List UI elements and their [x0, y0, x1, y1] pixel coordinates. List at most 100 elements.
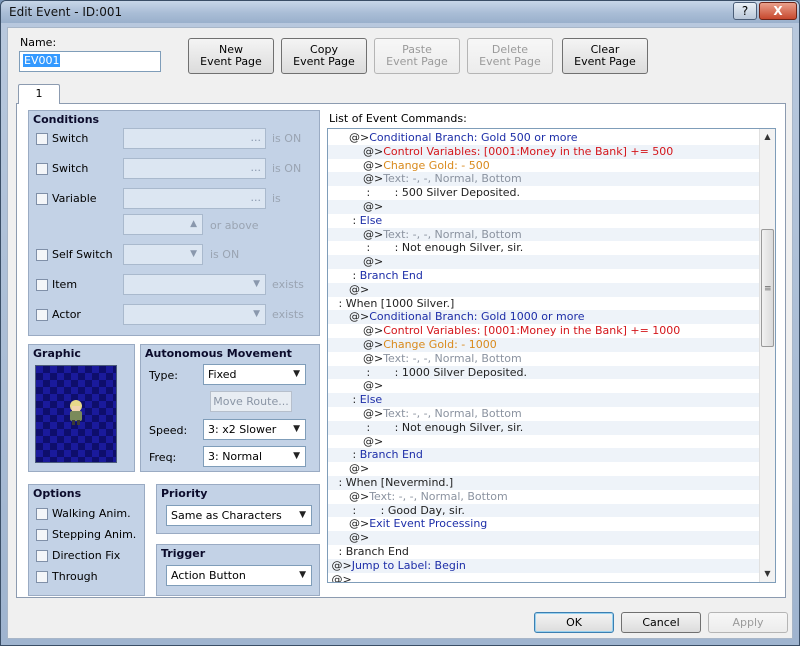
command-prefix: @> — [328, 172, 384, 186]
command-row[interactable]: @>Text: -, -, Normal, Bottom — [328, 227, 760, 242]
item-checkbox[interactable] — [36, 279, 48, 291]
delete-button-line2: Event Page — [479, 55, 541, 68]
command-row[interactable]: : : 1000 Silver Deposited. — [328, 365, 760, 380]
stepping-anim-checkbox[interactable] — [36, 529, 48, 541]
command-row[interactable]: @>Text: -, -, Normal, Bottom — [328, 407, 760, 421]
switch1-checkbox[interactable] — [36, 133, 48, 145]
command-row[interactable]: @> — [328, 379, 760, 393]
command-text: Else — [359, 213, 383, 227]
item-dropdown[interactable]: ▼ — [123, 274, 266, 295]
close-button[interactable]: X — [759, 2, 797, 20]
scroll-down-icon[interactable]: ▼ — [760, 566, 775, 582]
freq-dropdown[interactable]: 3: Normal ▼ — [203, 446, 306, 467]
event-commands-list[interactable]: @>Conditional Branch: Gold 500 or more @… — [327, 128, 776, 583]
command-row[interactable]: : Branch End — [328, 545, 760, 559]
actor-exists: exists — [272, 308, 304, 321]
walking-anim-checkbox[interactable] — [36, 508, 48, 520]
command-row[interactable]: @> — [328, 462, 760, 476]
move-route-button[interactable]: Move Route... — [210, 391, 292, 412]
command-prefix: @> — [328, 379, 384, 393]
item-label: Item — [52, 278, 78, 291]
command-row[interactable]: @> — [328, 573, 760, 583]
type-dropdown[interactable]: Fixed ▼ — [203, 364, 306, 385]
command-text: Change Gold: - 500 — [383, 158, 490, 172]
command-prefix: @> — [328, 462, 370, 476]
command-row[interactable]: @>Control Variables: [0001:Money in the … — [328, 324, 760, 338]
command-row[interactable]: : When [Nevermind.] — [328, 475, 760, 490]
paste-event-page-button[interactable]: Paste Event Page — [374, 38, 460, 74]
cancel-button[interactable]: Cancel — [621, 612, 701, 633]
switch1-field[interactable]: ... — [123, 128, 266, 149]
variable-field[interactable]: ... — [123, 188, 266, 209]
clear-event-page-button[interactable]: Clear Event Page — [562, 38, 648, 74]
variable-checkbox[interactable] — [36, 193, 48, 205]
command-row[interactable]: @> — [328, 255, 760, 269]
command-row[interactable]: : : Not enough Silver, sir. — [328, 420, 760, 435]
help-button[interactable]: ? — [733, 2, 757, 20]
self-switch-dropdown[interactable]: ▼ — [123, 244, 203, 265]
command-row[interactable]: @>Change Gold: - 1000 — [328, 337, 760, 352]
command-text: Text: -, -, Normal, Bottom — [369, 489, 508, 503]
tab-page-1[interactable]: 1 — [18, 84, 60, 104]
graphic-group: Graphic — [28, 344, 135, 472]
command-row[interactable]: : When [1000 Silver.] — [328, 297, 760, 311]
command-row[interactable]: @>Change Gold: - 500 — [328, 159, 760, 173]
command-row[interactable]: : Branch End — [328, 269, 760, 283]
apply-button[interactable]: Apply — [708, 612, 788, 633]
actor-dropdown[interactable]: ▼ — [123, 304, 266, 325]
actor-checkbox[interactable] — [36, 309, 48, 321]
copy-event-page-button[interactable]: Copy Event Page — [281, 38, 367, 74]
through-checkbox[interactable] — [36, 571, 48, 583]
variable-value-spinner[interactable]: ▲ — [123, 214, 203, 235]
command-row[interactable]: @>Jump to Label: Begin — [328, 558, 760, 573]
chevron-down-icon: ▼ — [299, 510, 306, 520]
switch2-checkbox[interactable] — [36, 163, 48, 175]
title-bar[interactable]: Edit Event - ID:001 ? X — [1, 1, 799, 23]
delete-event-page-button[interactable]: Delete Event Page — [467, 38, 553, 74]
command-row[interactable]: @> — [328, 435, 760, 449]
dialog-client: Name: EV001 New Event Page Copy Event Pa… — [7, 27, 793, 639]
command-row[interactable]: @> — [328, 199, 760, 214]
command-row[interactable]: : Branch End — [328, 448, 760, 463]
command-row[interactable]: : : Good Day, sir. — [328, 503, 760, 518]
spinner-arrows-icon: ▲ — [190, 219, 197, 229]
ok-button[interactable]: OK — [534, 612, 614, 633]
command-row[interactable]: : Else — [328, 214, 760, 228]
self-switch-checkbox[interactable] — [36, 249, 48, 261]
new-event-page-button[interactable]: New Event Page — [188, 38, 274, 74]
command-prefix: @> — [328, 144, 384, 158]
direction-fix-checkbox[interactable] — [36, 550, 48, 562]
name-input[interactable]: EV001 — [19, 51, 161, 72]
event-commands-scrollbar[interactable]: ▲ ≡ ▼ — [759, 129, 775, 582]
command-row[interactable]: @>Text: -, -, Normal, Bottom — [328, 172, 760, 187]
command-row[interactable]: @>Text: -, -, Normal, Bottom — [328, 490, 760, 504]
chevron-down-icon: ▼ — [253, 309, 260, 319]
command-row[interactable]: : Else — [328, 393, 760, 407]
through-label: Through — [52, 570, 98, 583]
command-row[interactable]: @> — [328, 531, 760, 545]
priority-dropdown[interactable]: Same as Characters ▼ — [166, 505, 312, 526]
command-prefix: @> — [328, 324, 384, 338]
graphic-preview[interactable] — [35, 365, 117, 463]
actor-label: Actor — [52, 308, 81, 321]
switch2-field[interactable]: ... — [123, 158, 266, 179]
command-row[interactable]: @>Control Variables: [0001:Money in the … — [328, 144, 760, 159]
command-row[interactable]: @> — [328, 282, 760, 297]
speed-dropdown[interactable]: 3: x2 Slower ▼ — [203, 419, 306, 440]
scroll-thumb[interactable]: ≡ — [761, 229, 774, 347]
command-row[interactable]: @>Exit Event Processing — [328, 517, 760, 531]
scroll-up-icon[interactable]: ▲ — [760, 129, 775, 145]
command-row[interactable]: @>Conditional Branch: Gold 1000 or more — [328, 310, 760, 325]
command-prefix: : — [328, 365, 395, 379]
command-row[interactable]: : : 500 Silver Deposited. — [328, 186, 760, 200]
command-prefix: @> — [328, 310, 370, 324]
command-text: Control Variables: [0001:Money in the Ba… — [383, 324, 681, 338]
command-row[interactable]: : : Not enough Silver, sir. — [328, 241, 760, 255]
command-row[interactable]: @>Conditional Branch: Gold 500 or more — [328, 131, 760, 145]
command-text: Text: -, -, Normal, Bottom — [383, 406, 522, 420]
command-text: : Good Day, sir. — [380, 503, 465, 517]
command-text: Branch End — [345, 544, 409, 558]
trigger-dropdown[interactable]: Action Button ▼ — [166, 565, 312, 586]
command-prefix: @> — [328, 255, 384, 269]
command-row[interactable]: @>Text: -, -, Normal, Bottom — [328, 352, 760, 366]
